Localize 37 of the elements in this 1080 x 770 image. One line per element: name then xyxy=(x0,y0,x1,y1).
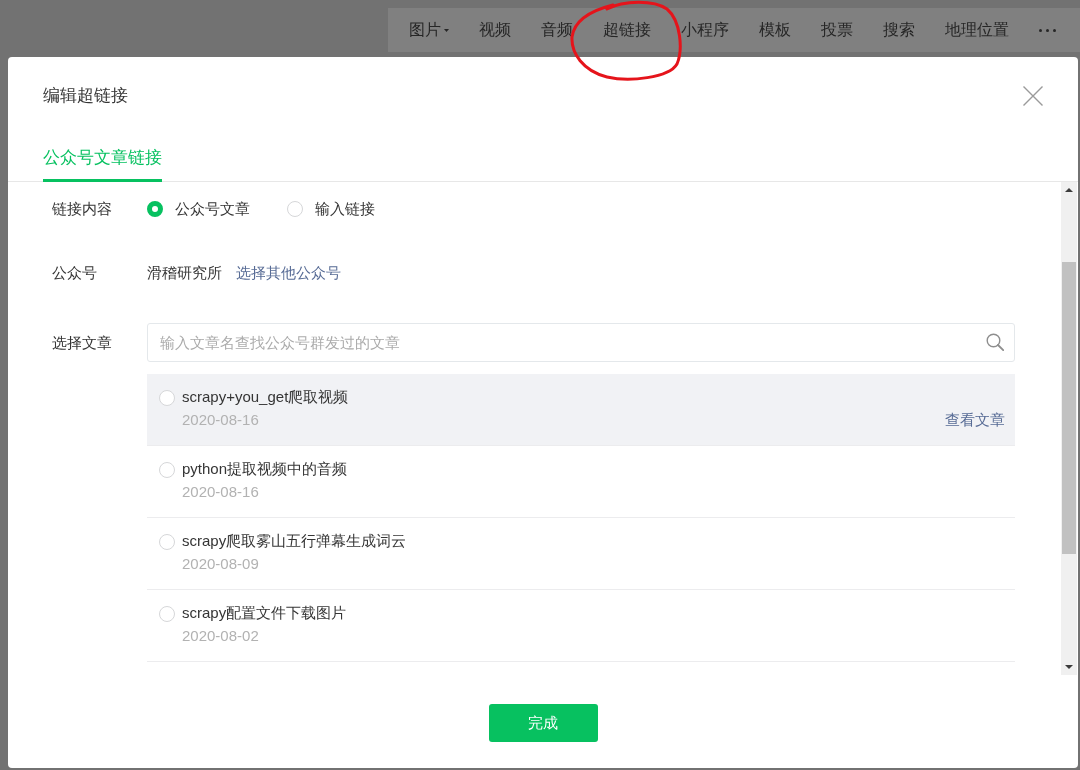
more-icon[interactable] xyxy=(1039,28,1056,32)
article-date: 2020-08-16 xyxy=(182,410,259,430)
article-title: scrapy+you_get爬取视频 xyxy=(182,387,349,407)
caret-down-icon[interactable] xyxy=(1065,665,1073,669)
caret-up-icon[interactable] xyxy=(1065,188,1073,192)
toolbar-button[interactable]: 搜索 xyxy=(883,19,915,41)
article-title: scrapy爬取雾山五行弹幕生成词云 xyxy=(182,531,407,551)
form-label: 公众号 xyxy=(52,263,98,283)
toolbar-button[interactable]: 投票 xyxy=(821,19,853,41)
article-title: scrapy配置文件下载图片 xyxy=(182,603,347,623)
done-button[interactable]: 完成 xyxy=(488,704,598,742)
toolbar-button[interactable]: 模板 xyxy=(759,19,791,41)
toolbar-button[interactable]: 音频 xyxy=(541,19,573,41)
form-label: 链接内容 xyxy=(52,199,113,219)
search-icon[interactable] xyxy=(986,333,1004,351)
scrollbar[interactable] xyxy=(1061,182,1077,675)
search-field[interactable]: 输入文章名查找公众号群发过的文章 xyxy=(147,323,1015,362)
toolbar-button[interactable]: 视频 xyxy=(479,19,511,41)
toolbar-button[interactable]: 地理位置 xyxy=(945,19,1009,41)
scrollbar-thumb[interactable] xyxy=(1062,262,1076,554)
change-account-link[interactable]: 选择其他公众号 xyxy=(236,261,341,285)
dialog-title: 编辑超链接 xyxy=(43,85,128,107)
view-article-link[interactable]: 查看文章 xyxy=(945,408,1005,432)
form-label: 选择文章 xyxy=(52,333,113,353)
article-date: 2020-08-02 xyxy=(182,626,259,646)
tab[interactable]: 公众号文章链接 xyxy=(43,135,162,182)
article-date: 2020-08-09 xyxy=(182,554,259,574)
toolbar-button[interactable]: 小程序 xyxy=(681,19,729,41)
article-title: python提取视频中的音频 xyxy=(182,459,348,479)
toolbar-button[interactable]: 超链接 xyxy=(603,19,651,41)
account-name: 滑稽研究所 xyxy=(147,263,222,283)
toolbar-button[interactable]: 图片 xyxy=(409,19,449,41)
article-item[interactable]: scrapy+you_get爬取视频 2020-08-16 查看文章 xyxy=(147,374,1015,446)
radio-option[interactable]: 公众号文章 xyxy=(147,197,250,221)
close-icon[interactable] xyxy=(1023,86,1043,106)
article-date: 2020-08-16 xyxy=(182,482,259,502)
radio-option[interactable]: 输入链接 xyxy=(287,197,375,221)
